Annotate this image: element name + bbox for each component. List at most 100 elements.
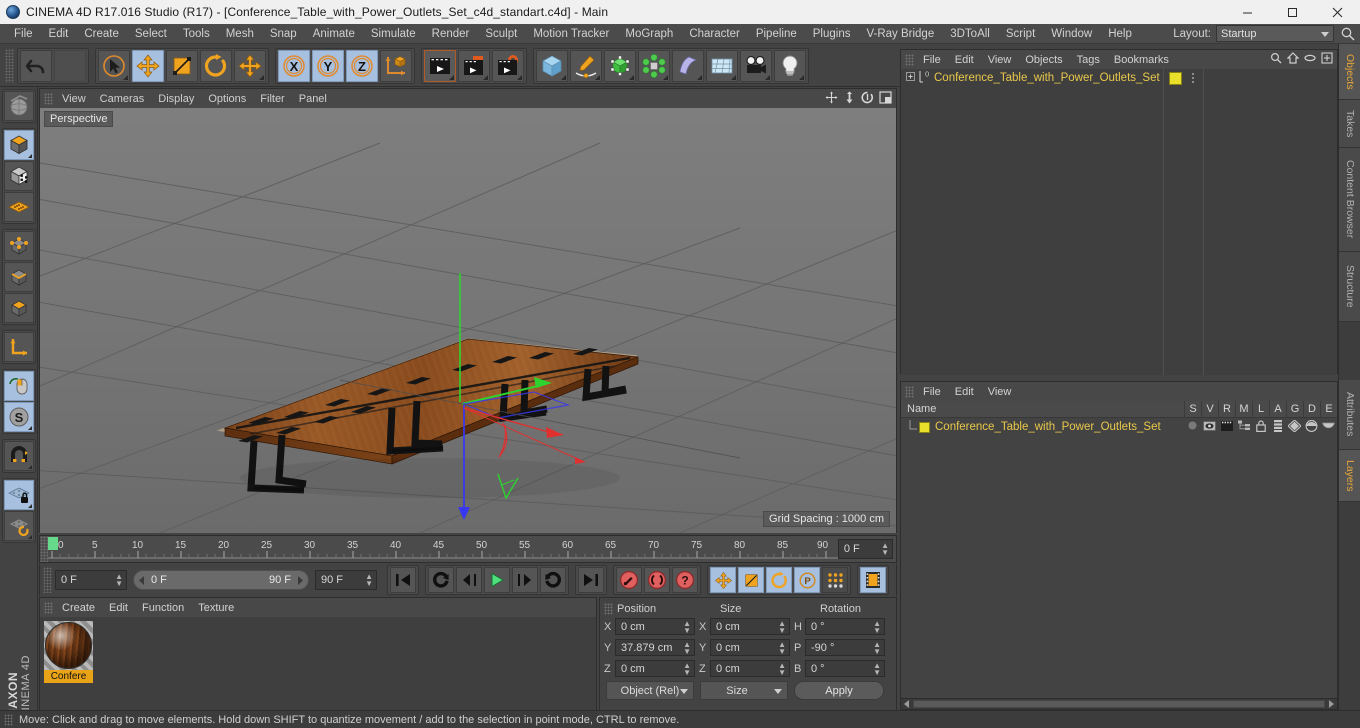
size-x-field[interactable]: 0 cm ▲ ▼ (710, 618, 790, 635)
viewport-menu-panel[interactable]: Panel (292, 89, 334, 109)
object-menu-edit[interactable]: Edit (948, 50, 981, 70)
play-button[interactable] (484, 567, 510, 593)
world-object-axis-tool[interactable] (234, 49, 266, 82)
menu-snap[interactable]: Snap (262, 24, 305, 44)
add-generator-button[interactable] (604, 49, 636, 82)
coordinate-mode-dropdown[interactable]: Object (Rel) (606, 681, 694, 700)
toolbar-grip[interactable] (5, 48, 14, 83)
planar-workplane-button[interactable] (3, 511, 34, 541)
autokeying-button[interactable] (644, 567, 670, 593)
layer-menu-file[interactable]: File (916, 382, 948, 402)
spinner-icon[interactable]: ▲ ▼ (778, 640, 786, 655)
material-menu-create[interactable]: Create (55, 598, 102, 618)
visible-cell[interactable] (1201, 420, 1218, 434)
transport-grip[interactable] (43, 567, 52, 593)
pan-view-icon[interactable] (825, 91, 838, 107)
spinner-icon[interactable]: ▲ ▼ (778, 619, 786, 634)
menu-mesh[interactable]: Mesh (218, 24, 262, 44)
material-menu-texture[interactable]: Texture (191, 598, 241, 618)
menu-select[interactable]: Select (127, 24, 175, 44)
object-axis-button[interactable] (3, 332, 34, 362)
position-x-field[interactable]: 0 cm ▲ ▼ (615, 618, 695, 635)
size-y-field[interactable]: 0 cm ▲ ▼ (710, 639, 790, 656)
viewport-solo-button[interactable] (3, 371, 34, 401)
layer-row[interactable]: Conference_Table_with_Power_Outlets_Set (901, 418, 1337, 436)
add-light-button[interactable] (774, 49, 806, 82)
zoom-view-icon[interactable] (843, 91, 856, 107)
go-to-start-button[interactable] (390, 567, 416, 593)
render-to-picture-viewer-button[interactable] (458, 49, 490, 82)
viewport-menu-cameras[interactable]: Cameras (93, 89, 152, 109)
status-bar-grip[interactable] (4, 713, 13, 726)
move-tool[interactable] (132, 49, 164, 82)
maximize-button[interactable] (1270, 0, 1315, 24)
parameter-key-button[interactable]: P (794, 567, 820, 593)
tab-takes[interactable]: Takes (1339, 100, 1360, 148)
current-frame-field[interactable]: 0 F ▲ ▼ (55, 570, 127, 590)
layer-menu-grip[interactable] (905, 385, 914, 398)
go-to-end-button[interactable] (578, 567, 604, 593)
object-row[interactable]: 0 Conference_Table_with_Power_Outlets_Se… (901, 69, 1337, 87)
viewport-menu-grip[interactable] (44, 92, 53, 105)
menu-vray-bridge[interactable]: V-Ray Bridge (858, 24, 942, 44)
timeline-current-frame-field[interactable]: 0 F ▲ ▼ (837, 539, 893, 559)
object-menu-grip[interactable] (905, 53, 914, 66)
home-icon[interactable] (1286, 52, 1300, 67)
step-forward-button[interactable] (512, 567, 538, 593)
play-forwards-loop-button[interactable] (540, 567, 566, 593)
viewport-menu-filter[interactable]: Filter (253, 89, 291, 109)
y-axis-lock[interactable]: Y (312, 49, 344, 82)
menu-help[interactable]: Help (1100, 24, 1140, 44)
material-tag-icon[interactable] (1169, 71, 1182, 85)
expand-icon[interactable] (1321, 52, 1333, 67)
search-icon[interactable] (1340, 26, 1356, 42)
menu-script[interactable]: Script (998, 24, 1043, 44)
x-axis-lock[interactable]: X (278, 49, 310, 82)
rotation-p-field[interactable]: -90 ° ▲ ▼ (805, 639, 885, 656)
spinner-icon[interactable]: ▲ ▼ (683, 661, 691, 676)
preview-range-slider[interactable]: 0 F 90 F (133, 570, 309, 590)
generators-cell[interactable] (1286, 418, 1303, 435)
search-icon[interactable] (1270, 52, 1282, 67)
menu-simulate[interactable]: Simulate (363, 24, 424, 44)
layer-menu-view[interactable]: View (981, 382, 1019, 402)
wood-material-sphere-icon[interactable] (44, 621, 93, 670)
add-environment-button[interactable] (706, 49, 738, 82)
tab-structure[interactable]: Structure (1339, 252, 1360, 322)
lock-workplane-button[interactable] (3, 480, 34, 510)
edges-mode-button[interactable] (3, 262, 34, 292)
material-list-area[interactable]: Confere (40, 617, 596, 711)
world-coordinate-system[interactable] (380, 49, 412, 82)
spinner-icon[interactable]: ▲ ▼ (873, 619, 881, 634)
spinner-icon[interactable]: ▲ ▼ (683, 640, 691, 655)
viewport-menu-options[interactable]: Options (201, 89, 253, 109)
polygons-mode-button[interactable] (3, 293, 34, 323)
menu-file[interactable]: File (6, 24, 41, 44)
scale-tool[interactable] (166, 49, 198, 82)
tab-layers[interactable]: Layers (1339, 450, 1360, 502)
render-settings-button[interactable] (492, 49, 524, 82)
scale-key-button[interactable] (738, 567, 764, 593)
spinner-icon[interactable]: ▲ ▼ (365, 573, 373, 588)
viewport-menu-view[interactable]: View (55, 89, 93, 109)
menu-plugins[interactable]: Plugins (805, 24, 859, 44)
add-camera-button[interactable] (740, 49, 772, 82)
tab-attributes[interactable]: Attributes (1339, 380, 1360, 450)
object-menu-tags[interactable]: Tags (1070, 50, 1107, 70)
spinner-icon[interactable]: ▲ ▼ (873, 661, 881, 676)
add-spline-button[interactable] (570, 49, 602, 82)
rotate-view-icon[interactable] (861, 91, 874, 107)
play-backwards-loop-button[interactable] (428, 567, 454, 593)
close-button[interactable] (1315, 0, 1360, 24)
render-view-button[interactable] (424, 49, 456, 82)
material-menu-function[interactable]: Function (135, 598, 191, 618)
rotate-tool[interactable] (200, 49, 232, 82)
layer-color-swatch[interactable] (919, 421, 930, 433)
ellipse-icon[interactable] (1304, 52, 1316, 67)
spinner-icon[interactable]: ▲ ▼ (683, 619, 691, 634)
position-key-button[interactable] (710, 567, 736, 593)
tab-objects[interactable]: Objects (1339, 44, 1360, 100)
spinner-icon[interactable]: ▲ ▼ (115, 573, 123, 588)
snap-settings-button[interactable]: S (3, 402, 34, 432)
live-selection-tool[interactable] (98, 49, 130, 82)
